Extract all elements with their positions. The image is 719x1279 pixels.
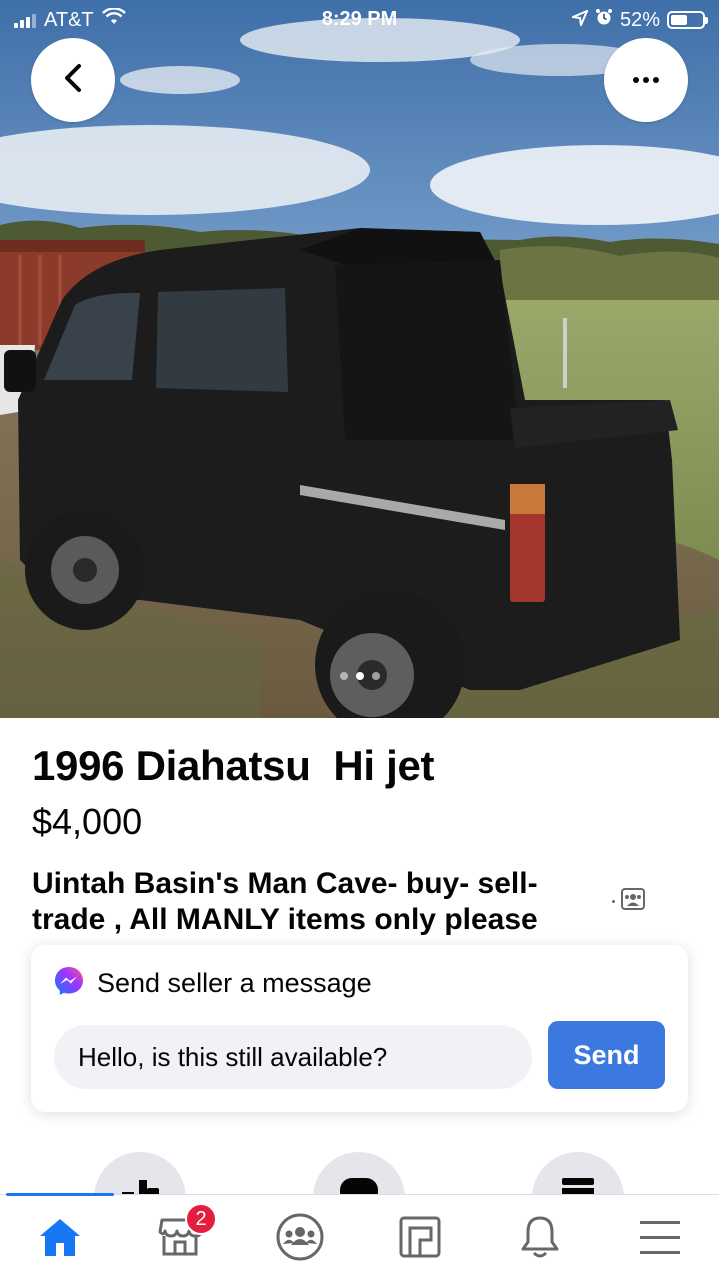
chevron-left-icon [62, 63, 84, 98]
tab-pages[interactable] [380, 1209, 460, 1269]
save-button[interactable] [532, 1152, 624, 1198]
listing-price: $4,000 [32, 801, 143, 842]
more-horizontal-icon [633, 77, 659, 83]
home-icon [37, 1216, 83, 1263]
bottom-tab-bar: 2 [0, 1193, 719, 1279]
bell-icon [519, 1214, 561, 1265]
menu-icon [638, 1219, 682, 1260]
pager-dot [355, 672, 364, 680]
marketplace-badge: 2 [185, 1203, 217, 1235]
battery-icon [667, 11, 708, 29]
tab-marketplace[interactable]: 2 [140, 1203, 220, 1269]
send-button[interactable]: Send [548, 1021, 665, 1089]
message-button[interactable] [313, 1152, 405, 1198]
tab-notifications[interactable] [500, 1209, 580, 1269]
listing-title: 1996 Diahatsu Hi jet [32, 742, 435, 789]
photo-pager [0, 672, 719, 680]
pager-dot [371, 672, 380, 680]
message-heading: Send seller a message [97, 968, 372, 998]
alarm-icon [595, 8, 613, 32]
battery-percent: 52% [619, 8, 660, 31]
action-row [0, 1152, 719, 1198]
pages-icon [398, 1215, 442, 1264]
more-options-button[interactable] [604, 38, 688, 122]
tab-menu[interactable] [620, 1209, 700, 1269]
active-tab-indicator [6, 1193, 114, 1196]
location-icon [569, 8, 589, 32]
group-icon [621, 888, 645, 915]
message-seller-card: Send seller a message Hello, is this sti… [31, 945, 688, 1112]
tab-home[interactable] [20, 1209, 100, 1269]
group-info[interactable] [612, 888, 645, 915]
back-button[interactable] [31, 38, 115, 122]
listing-photo[interactable] [0, 0, 719, 718]
pager-dot [339, 672, 348, 680]
status-bar: AT&T 8:29 PM 52% [0, 0, 719, 40]
messenger-icon [53, 965, 85, 1002]
like-button[interactable] [94, 1152, 186, 1198]
message-input[interactable]: Hello, is this still available? [54, 1025, 532, 1089]
tab-groups[interactable] [260, 1209, 340, 1269]
groups-icon [275, 1212, 325, 1267]
group-name-link[interactable]: Uintah Basin's Man Cave- buy- sell- trad… [32, 866, 602, 938]
